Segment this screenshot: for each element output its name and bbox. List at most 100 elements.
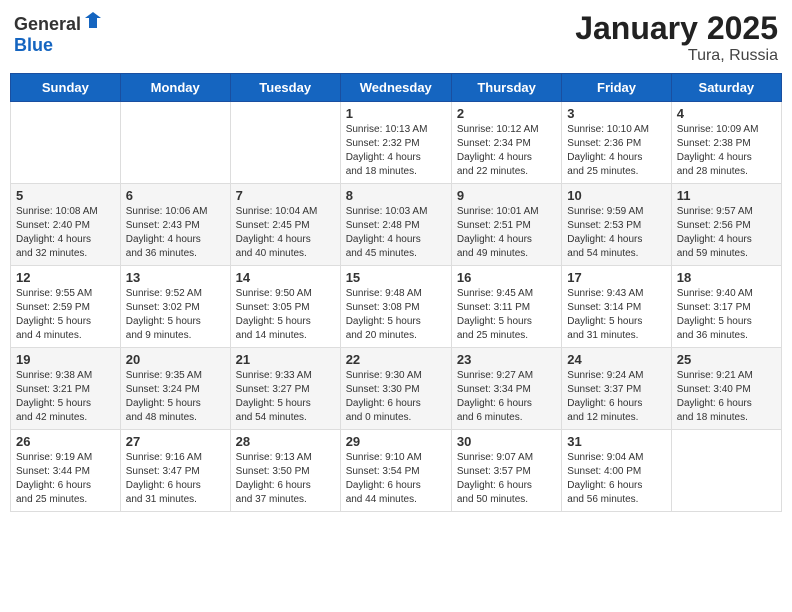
day-info: Sunrise: 9:35 AM Sunset: 3:24 PM Dayligh… xyxy=(126,369,225,425)
calendar-cell: 11Sunrise: 9:57 AM Sunset: 2:56 PM Dayli… xyxy=(671,184,781,266)
calendar-cell: 20Sunrise: 9:35 AM Sunset: 3:24 PM Dayli… xyxy=(120,348,230,430)
day-info: Sunrise: 9:48 AM Sunset: 3:08 PM Dayligh… xyxy=(346,287,446,343)
day-info: Sunrise: 10:10 AM Sunset: 2:36 PM Daylig… xyxy=(567,123,665,179)
day-info: Sunrise: 9:52 AM Sunset: 3:02 PM Dayligh… xyxy=(126,287,225,343)
weekday-header-friday: Friday xyxy=(562,74,671,102)
day-info: Sunrise: 9:40 AM Sunset: 3:17 PM Dayligh… xyxy=(677,287,776,343)
calendar-cell: 28 Sunrise: 9:13 AM Sunset: 3:50 PM Dayli… xyxy=(230,430,340,512)
calendar-cell: 26 Sunrise: 9:19 AM Sunset: 3:44 PM Dayli… xyxy=(11,430,121,512)
day-info: Sunrise: 10:08 AM Sunset: 2:40 PM Daylig… xyxy=(16,205,115,261)
day-number: 11 xyxy=(677,188,776,203)
calendar-week-row: 1Sunrise: 10:13 AM Sunset: 2:32 PM Dayli… xyxy=(11,102,782,184)
day-number: 27 xyxy=(126,434,225,449)
day-number: 21 xyxy=(236,352,335,367)
day-info: Sunrise: 10:03 AM Sunset: 2:48 PM Daylig… xyxy=(346,205,446,261)
day-number: 6 xyxy=(126,188,225,203)
day-info: Sunrise: 9:50 AM Sunset: 3:05 PM Dayligh… xyxy=(236,287,335,343)
day-info: Sunrise: 9:24 AM Sunset: 3:37 PM Dayligh… xyxy=(567,369,665,425)
calendar-cell: 23 Sunrise: 9:27 AM Sunset: 3:34 PM Dayli… xyxy=(451,348,561,430)
title-block: January 2025 Tura, Russia xyxy=(575,10,778,65)
day-info: Sunrise: 9:16 AM Sunset: 3:47 PM Dayligh… xyxy=(126,451,225,507)
calendar-cell: 14 Sunrise: 9:50 AM Sunset: 3:05 PM Dayli… xyxy=(230,266,340,348)
day-info: Sunrise: 10:12 AM Sunset: 2:34 PM Daylig… xyxy=(457,123,556,179)
weekday-header-monday: Monday xyxy=(120,74,230,102)
calendar-week-row: 19Sunrise: 9:38 AM Sunset: 3:21 PM Dayli… xyxy=(11,348,782,430)
calendar-cell xyxy=(11,102,121,184)
day-number: 28 xyxy=(236,434,335,449)
day-number: 12 xyxy=(16,270,115,285)
calendar-cell: 6 Sunrise: 10:06 AM Sunset: 2:43 PM Dayli… xyxy=(120,184,230,266)
day-number: 4 xyxy=(677,106,776,121)
logo-blue: Blue xyxy=(14,35,53,55)
calendar-cell: 15 Sunrise: 9:48 AM Sunset: 3:08 PM Dayli… xyxy=(340,266,451,348)
calendar-cell: 31 Sunrise: 9:04 AM Sunset: 4:00 PM Dayli… xyxy=(562,430,671,512)
calendar-cell: 12 Sunrise: 9:55 AM Sunset: 2:59 PM Dayli… xyxy=(11,266,121,348)
day-number: 24 xyxy=(567,352,665,367)
calendar-week-row: 12 Sunrise: 9:55 AM Sunset: 2:59 PM Dayli… xyxy=(11,266,782,348)
calendar-cell: 9 Sunrise: 10:01 AM Sunset: 2:51 PM Dayli… xyxy=(451,184,561,266)
weekday-header-row: SundayMondayTuesdayWednesdayThursdayFrid… xyxy=(11,74,782,102)
calendar-cell: 7 Sunrise: 10:04 AM Sunset: 2:45 PM Dayli… xyxy=(230,184,340,266)
day-number: 26 xyxy=(16,434,115,449)
calendar-cell: 19Sunrise: 9:38 AM Sunset: 3:21 PM Dayli… xyxy=(11,348,121,430)
calendar-cell: 2 Sunrise: 10:12 AM Sunset: 2:34 PM Dayli… xyxy=(451,102,561,184)
day-number: 29 xyxy=(346,434,446,449)
day-info: Sunrise: 9:43 AM Sunset: 3:14 PM Dayligh… xyxy=(567,287,665,343)
day-number: 3 xyxy=(567,106,665,121)
day-info: Sunrise: 9:33 AM Sunset: 3:27 PM Dayligh… xyxy=(236,369,335,425)
calendar-cell: 10 Sunrise: 9:59 AM Sunset: 2:53 PM Dayli… xyxy=(562,184,671,266)
calendar-cell: 1Sunrise: 10:13 AM Sunset: 2:32 PM Dayli… xyxy=(340,102,451,184)
day-info: Sunrise: 9:13 AM Sunset: 3:50 PM Dayligh… xyxy=(236,451,335,507)
day-info: Sunrise: 9:04 AM Sunset: 4:00 PM Dayligh… xyxy=(567,451,665,507)
weekday-header-tuesday: Tuesday xyxy=(230,74,340,102)
day-number: 7 xyxy=(236,188,335,203)
day-number: 10 xyxy=(567,188,665,203)
day-number: 9 xyxy=(457,188,556,203)
day-info: Sunrise: 9:45 AM Sunset: 3:11 PM Dayligh… xyxy=(457,287,556,343)
calendar-cell: 24 Sunrise: 9:24 AM Sunset: 3:37 PM Dayli… xyxy=(562,348,671,430)
calendar-cell: 25Sunrise: 9:21 AM Sunset: 3:40 PM Dayli… xyxy=(671,348,781,430)
calendar-cell: 22Sunrise: 9:30 AM Sunset: 3:30 PM Dayli… xyxy=(340,348,451,430)
day-info: Sunrise: 9:19 AM Sunset: 3:44 PM Dayligh… xyxy=(16,451,115,507)
calendar-cell: 21 Sunrise: 9:33 AM Sunset: 3:27 PM Dayli… xyxy=(230,348,340,430)
calendar-week-row: 5 Sunrise: 10:08 AM Sunset: 2:40 PM Dayli… xyxy=(11,184,782,266)
calendar-cell: 13 Sunrise: 9:52 AM Sunset: 3:02 PM Dayli… xyxy=(120,266,230,348)
day-number: 31 xyxy=(567,434,665,449)
day-number: 14 xyxy=(236,270,335,285)
day-info: Sunrise: 9:59 AM Sunset: 2:53 PM Dayligh… xyxy=(567,205,665,261)
logo-text: General Blue xyxy=(14,10,103,56)
calendar-cell xyxy=(120,102,230,184)
weekday-header-sunday: Sunday xyxy=(11,74,121,102)
day-number: 17 xyxy=(567,270,665,285)
calendar-cell: 17 Sunrise: 9:43 AM Sunset: 3:14 PM Dayli… xyxy=(562,266,671,348)
page-header: General Blue January 2025 Tura, Russia xyxy=(10,10,782,65)
weekday-header-saturday: Saturday xyxy=(671,74,781,102)
day-info: Sunrise: 9:38 AM Sunset: 3:21 PM Dayligh… xyxy=(16,369,115,425)
day-number: 2 xyxy=(457,106,556,121)
day-info: Sunrise: 10:06 AM Sunset: 2:43 PM Daylig… xyxy=(126,205,225,261)
logo-flag-icon xyxy=(83,10,103,30)
day-info: Sunrise: 9:27 AM Sunset: 3:34 PM Dayligh… xyxy=(457,369,556,425)
day-info: Sunrise: 9:07 AM Sunset: 3:57 PM Dayligh… xyxy=(457,451,556,507)
weekday-header-thursday: Thursday xyxy=(451,74,561,102)
calendar-cell xyxy=(230,102,340,184)
day-number: 1 xyxy=(346,106,446,121)
logo: General Blue xyxy=(14,10,103,56)
day-number: 15 xyxy=(346,270,446,285)
calendar-cell: 4Sunrise: 10:09 AM Sunset: 2:38 PM Dayli… xyxy=(671,102,781,184)
calendar-cell: 30Sunrise: 9:07 AM Sunset: 3:57 PM Dayli… xyxy=(451,430,561,512)
calendar-cell: 29Sunrise: 9:10 AM Sunset: 3:54 PM Dayli… xyxy=(340,430,451,512)
day-number: 23 xyxy=(457,352,556,367)
day-number: 13 xyxy=(126,270,225,285)
weekday-header-wednesday: Wednesday xyxy=(340,74,451,102)
day-number: 18 xyxy=(677,270,776,285)
day-number: 16 xyxy=(457,270,556,285)
day-info: Sunrise: 10:01 AM Sunset: 2:51 PM Daylig… xyxy=(457,205,556,261)
location-label: Tura, Russia xyxy=(575,47,778,65)
day-number: 22 xyxy=(346,352,446,367)
day-info: Sunrise: 9:55 AM Sunset: 2:59 PM Dayligh… xyxy=(16,287,115,343)
day-info: Sunrise: 10:04 AM Sunset: 2:45 PM Daylig… xyxy=(236,205,335,261)
month-year-title: January 2025 xyxy=(575,10,778,47)
day-number: 5 xyxy=(16,188,115,203)
calendar-cell: 18 Sunrise: 9:40 AM Sunset: 3:17 PM Dayli… xyxy=(671,266,781,348)
